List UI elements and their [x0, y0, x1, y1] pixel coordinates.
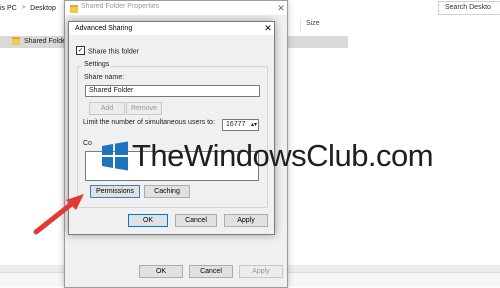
close-icon[interactable]: ✕	[262, 22, 274, 35]
remove-button[interactable]: Remove	[126, 102, 162, 115]
breadcrumb-item-this-pc[interactable]: is PC	[0, 5, 17, 12]
properties-title: Shared Folder Properties	[81, 3, 160, 10]
cancel-button[interactable]: Cancel	[175, 214, 217, 227]
folder-icon	[12, 37, 20, 46]
windows-logo-icon	[102, 141, 128, 171]
watermark: TheWindowsClub.com	[100, 138, 434, 178]
permissions-button[interactable]: Permissions	[90, 185, 140, 198]
ok-button[interactable]: OK	[139, 265, 183, 278]
cancel-button[interactable]: Cancel	[189, 265, 233, 278]
breadcrumb-item-desktop[interactable]: Desktop	[30, 5, 56, 12]
caching-button[interactable]: Caching	[144, 185, 190, 198]
folder-icon	[70, 5, 78, 13]
share-name-label: Share name:	[84, 74, 125, 81]
list-item-shared-folder[interactable]: Shared Folder	[12, 36, 68, 48]
user-limit-value: 16777	[226, 121, 246, 128]
comments-label: Co	[83, 140, 92, 147]
share-name-input[interactable]: Shared Folder	[85, 85, 260, 97]
add-button[interactable]: Add	[89, 102, 125, 115]
watermark-text: TheWindowsClub.com	[132, 138, 434, 173]
share-folder-checkbox[interactable]: ✓ Share this folder	[76, 46, 139, 57]
folder-name: Shared Folder	[24, 38, 69, 45]
share-folder-label: Share this folder	[88, 48, 139, 56]
checkmark-icon[interactable]: ✓	[76, 46, 85, 55]
settings-legend: Settings	[82, 61, 112, 68]
breadcrumb-separator-icon: >	[21, 5, 26, 11]
red-arrow-icon	[33, 194, 84, 235]
close-icon[interactable]: ✕	[275, 1, 287, 15]
column-divider	[300, 18, 301, 32]
user-limit-label: Limit the number of simultaneous users t…	[83, 119, 215, 126]
user-limit-stepper[interactable]: 16777 ▴▾	[222, 119, 259, 131]
column-header-size[interactable]: Size	[306, 20, 320, 27]
search-input[interactable]: Search Deskto	[438, 1, 500, 15]
dialog-title: Advanced Sharing	[75, 25, 133, 32]
advanced-sharing-dialog: Advanced Sharing ✕ ✓ Share this folder Se…	[68, 21, 275, 235]
ok-button[interactable]: OK	[128, 214, 168, 227]
spinner-arrows-icon[interactable]: ▴▾	[251, 120, 257, 130]
breadcrumb[interactable]: is PC > Desktop	[0, 2, 56, 15]
apply-button[interactable]: Apply	[224, 214, 268, 227]
apply-button[interactable]: Apply	[239, 265, 283, 278]
